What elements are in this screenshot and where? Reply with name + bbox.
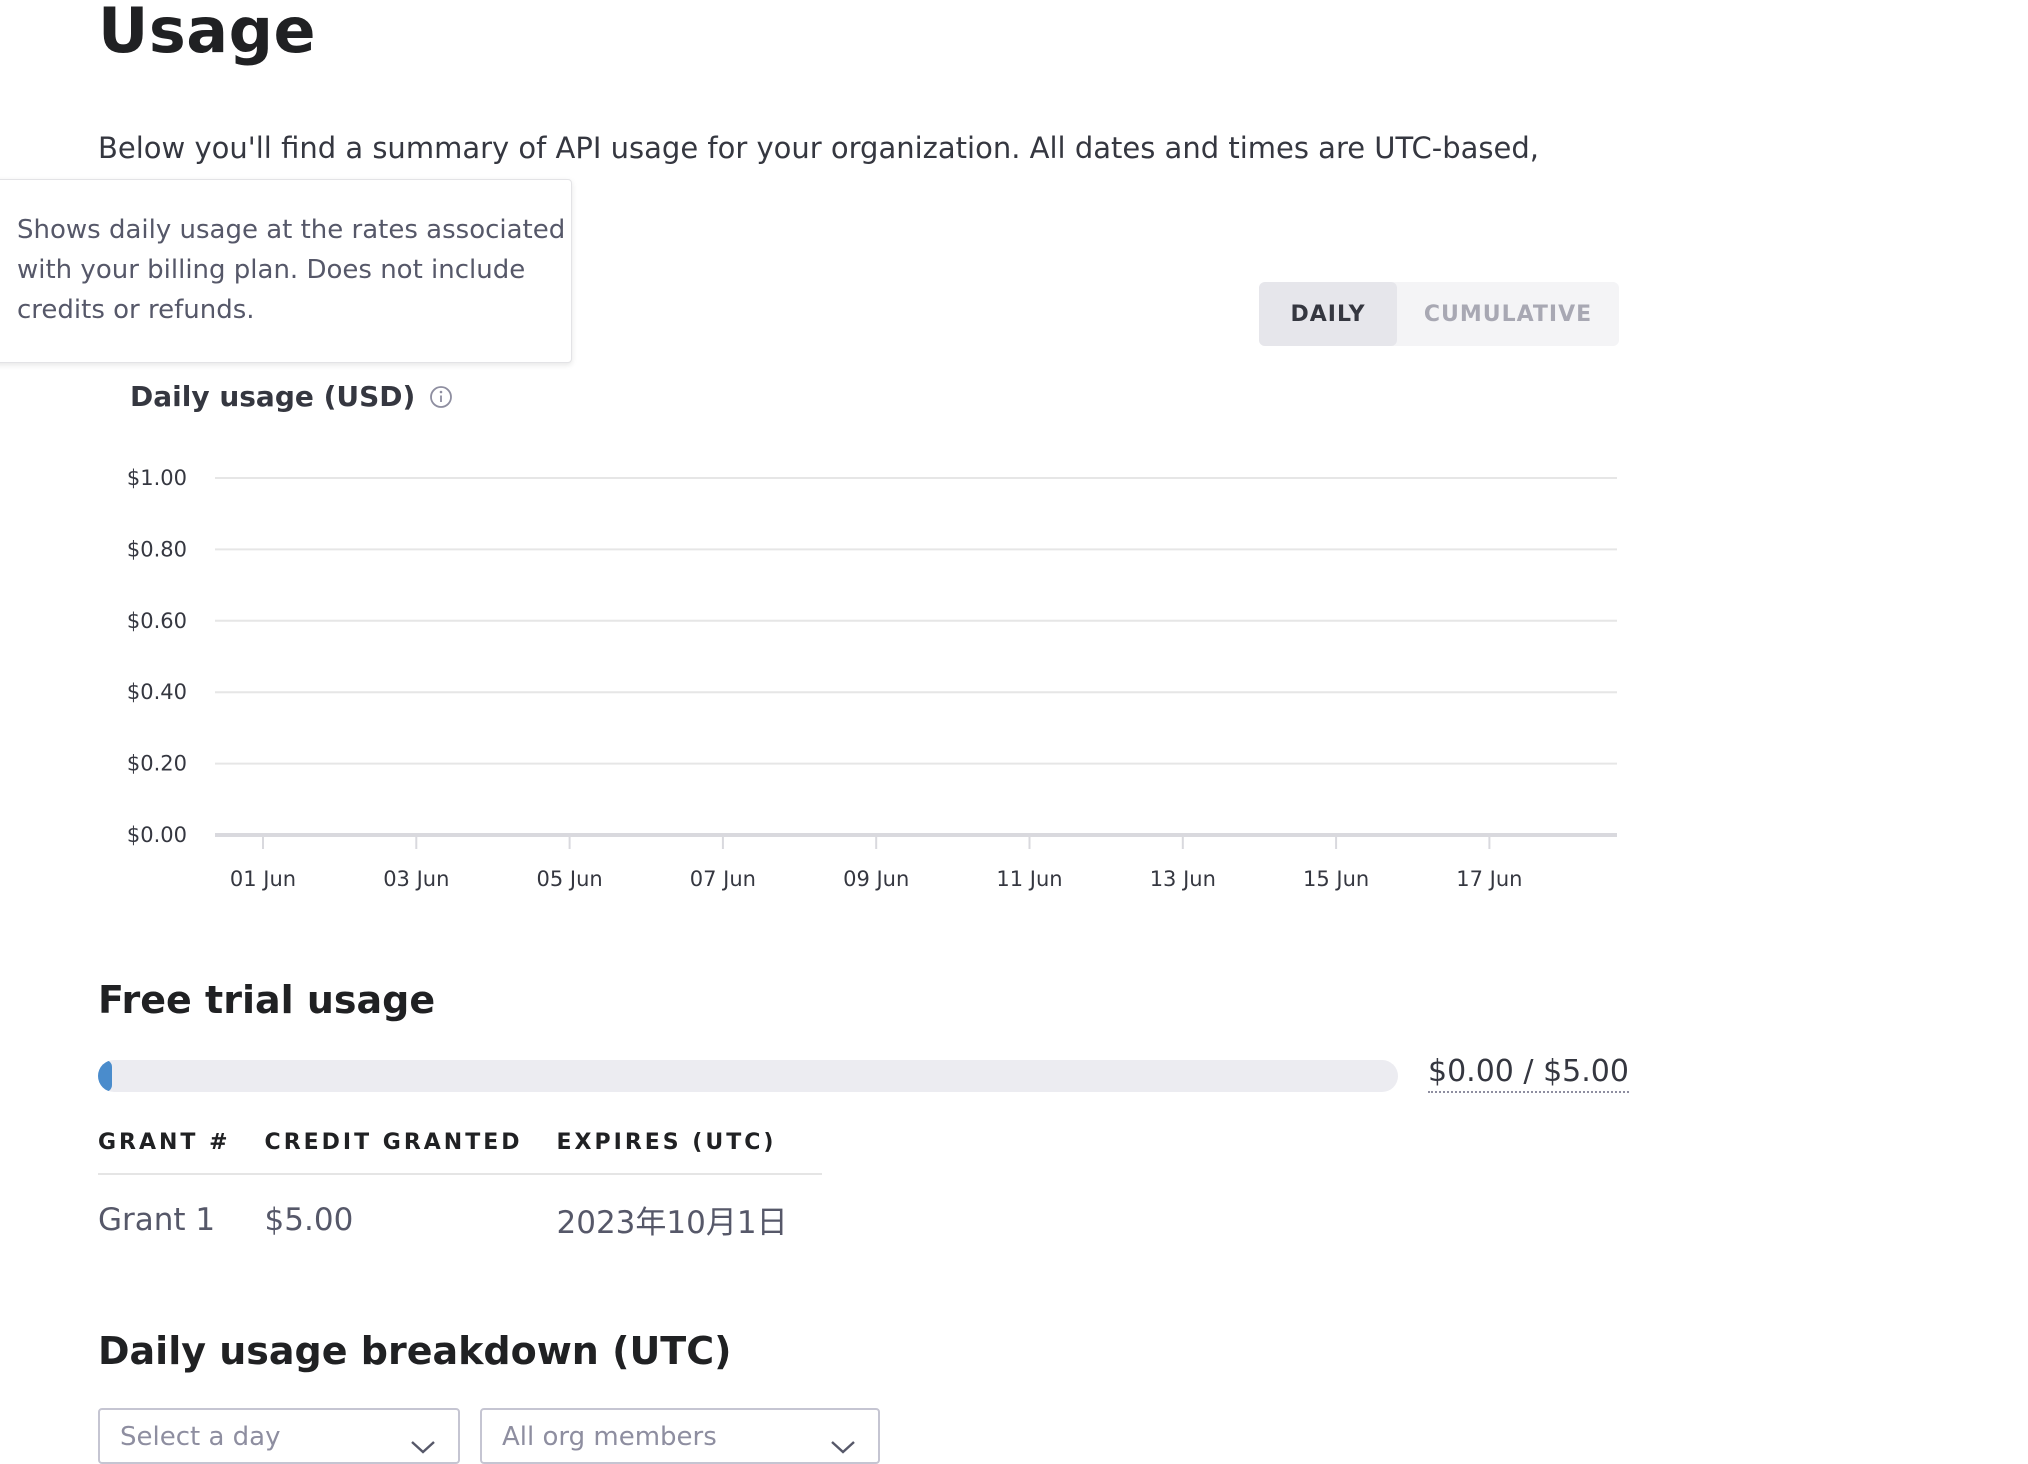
x-tick-label: 13 Jun [1150, 867, 1216, 891]
expires-header: EXPIRES (UTC) [556, 1130, 822, 1175]
y-tick-label: $0.00 [127, 823, 187, 847]
free-trial-progress-bar [98, 1060, 1398, 1092]
grant-expiry-cell: 2023年10月1日 [556, 1205, 788, 1241]
grant-number-header: GRANT # [98, 1130, 265, 1175]
grants-table: GRANT # CREDIT GRANTED EXPIRES (UTC) Gra… [98, 1130, 822, 1242]
x-tick-label: 03 Jun [383, 867, 449, 891]
x-tick-label: 17 Jun [1456, 867, 1522, 891]
x-tick-label: 15 Jun [1303, 867, 1369, 891]
grant-credit-cell: $5.00 [264, 1201, 354, 1238]
free-trial-progress-fill [98, 1060, 112, 1092]
grants-table-header: GRANT # CREDIT GRANTED EXPIRES (UTC) [98, 1130, 822, 1175]
y-tick-label: $0.40 [127, 680, 187, 704]
y-tick-label: $0.60 [127, 609, 187, 633]
x-tick-label: 11 Jun [996, 867, 1062, 891]
day-select[interactable]: Select a day [98, 1408, 460, 1464]
y-tick-label: $0.80 [127, 537, 187, 561]
free-trial-amount[interactable]: $0.00 / $5.00 [1428, 1054, 1629, 1093]
credit-granted-header: CREDIT GRANTED [264, 1130, 557, 1175]
daily-usage-chart: $0.00 $0.20 $0.40 $0.60 $0.80 $1.00 01 Jun 03 J… [127, 466, 1617, 891]
y-tick-label: $0.20 [127, 752, 187, 776]
members-select[interactable]: All org members [480, 1408, 880, 1464]
grant-name-cell: Grant 1 [98, 1201, 216, 1238]
members-select-value: All org members [502, 1422, 717, 1452]
chevron-down-icon [830, 1432, 856, 1462]
day-select-placeholder: Select a day [120, 1422, 281, 1452]
table-row: Grant 1 $5.00 2023年10月1日 [98, 1174, 822, 1242]
x-tick-label: 05 Jun [536, 867, 602, 891]
x-tick-label: 01 Jun [230, 867, 296, 891]
y-tick-label: $1.00 [127, 466, 187, 490]
chevron-down-icon [410, 1432, 436, 1462]
free-trial-heading: Free trial usage [98, 978, 436, 1022]
x-tick-label: 09 Jun [843, 867, 909, 891]
breakdown-heading: Daily usage breakdown (UTC) [98, 1329, 732, 1373]
x-tick-label: 07 Jun [690, 867, 756, 891]
